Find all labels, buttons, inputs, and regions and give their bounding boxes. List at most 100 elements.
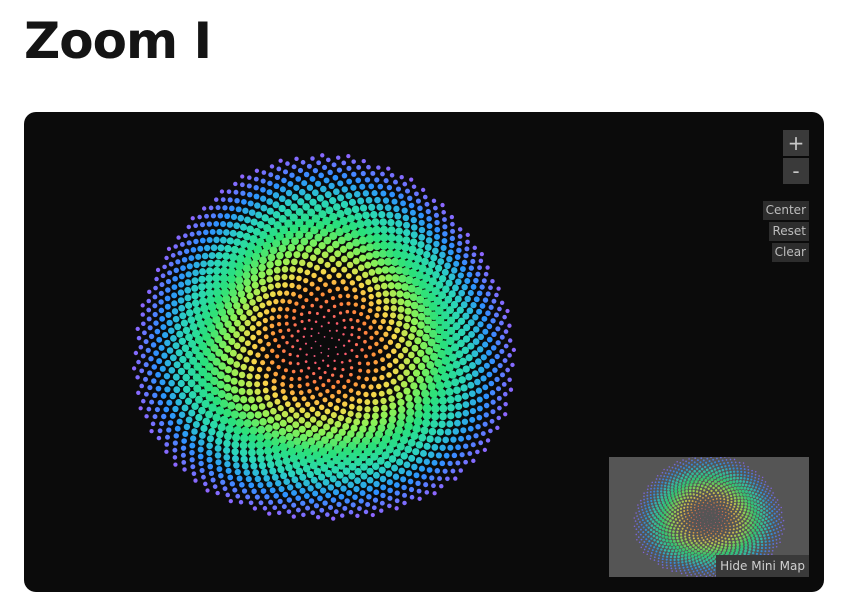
spiral-dot bbox=[220, 479, 226, 485]
spiral-dot bbox=[396, 290, 404, 298]
hide-mini-map-button[interactable]: Hide Mini Map bbox=[716, 555, 809, 577]
spiral-dot bbox=[650, 511, 653, 515]
spiral-dot bbox=[724, 537, 727, 540]
spiral-dot bbox=[210, 213, 217, 219]
spiral-dot bbox=[653, 510, 657, 514]
spiral-dot bbox=[135, 326, 140, 332]
spiral-dot bbox=[304, 412, 311, 419]
spiral-dot bbox=[752, 482, 755, 485]
spiral-dot bbox=[761, 518, 765, 522]
spiral-dot bbox=[434, 436, 442, 444]
spiral-dot bbox=[371, 505, 377, 511]
zoom-in-button[interactable]: + bbox=[783, 130, 809, 156]
spiral-dot bbox=[681, 563, 684, 567]
spiral-dot bbox=[693, 474, 697, 478]
clear-button[interactable]: Clear bbox=[771, 243, 809, 262]
zoom-viewport[interactable]: + - Center Reset Clear Hide Mini Map bbox=[24, 112, 824, 592]
spiral-dot bbox=[731, 537, 734, 541]
spiral-dot bbox=[317, 495, 323, 502]
spiral-dot bbox=[684, 557, 688, 560]
spiral-dot bbox=[702, 496, 704, 499]
spiral-dot bbox=[336, 167, 343, 173]
spiral-dot bbox=[705, 461, 708, 464]
spiral-dot bbox=[388, 265, 397, 274]
spiral-dot bbox=[390, 297, 397, 305]
spiral-dot bbox=[706, 553, 710, 557]
spiral-dot bbox=[247, 200, 254, 207]
spiral-dot bbox=[414, 337, 422, 345]
spiral-dot bbox=[386, 166, 391, 171]
spiral-dot bbox=[450, 468, 456, 474]
spiral-dot bbox=[654, 543, 658, 546]
spiral-dot bbox=[402, 181, 408, 187]
spiral-dot bbox=[670, 488, 674, 492]
spiral-dot bbox=[682, 459, 684, 461]
spiral-dot bbox=[717, 513, 719, 515]
spiral-dot bbox=[738, 461, 741, 464]
spiral-dot bbox=[247, 175, 252, 180]
spiral-dot bbox=[653, 490, 656, 493]
spiral-dot bbox=[382, 290, 389, 297]
spiral-dot bbox=[189, 449, 195, 456]
spiral-dot bbox=[770, 487, 772, 490]
spiral-dot bbox=[673, 564, 676, 567]
spiral-dot bbox=[656, 493, 659, 496]
spiral-dot bbox=[445, 279, 453, 287]
spiral-dot bbox=[275, 480, 282, 487]
spiral-dot bbox=[380, 397, 387, 405]
spiral-dot bbox=[292, 316, 296, 320]
spiral-dot bbox=[284, 290, 290, 296]
spiral-dot bbox=[684, 535, 687, 538]
spiral-dot bbox=[729, 494, 733, 498]
spiral-dot bbox=[385, 274, 393, 282]
center-button[interactable]: Center bbox=[762, 201, 809, 220]
spiral-dot bbox=[718, 518, 720, 520]
spiral-dot bbox=[206, 442, 213, 450]
spiral-dot bbox=[198, 432, 206, 439]
spiral-dot bbox=[683, 510, 686, 512]
spiral-dot bbox=[367, 308, 373, 314]
spiral-dot bbox=[736, 543, 740, 547]
spiral-dot bbox=[238, 379, 245, 387]
spiral-dot bbox=[434, 468, 441, 474]
spiral-dot bbox=[688, 486, 692, 490]
spiral-dot bbox=[698, 465, 702, 468]
spiral-dot bbox=[681, 484, 685, 488]
spiral-dot bbox=[346, 154, 351, 159]
spiral-dot bbox=[771, 525, 774, 528]
zoom-out-button[interactable]: - bbox=[783, 158, 809, 184]
spiral-dot bbox=[665, 478, 668, 481]
spiral-dot bbox=[136, 335, 142, 341]
spiral-dot bbox=[374, 196, 381, 204]
spiral-dot bbox=[320, 292, 325, 297]
spiral-dot bbox=[671, 494, 675, 498]
spiral-dot bbox=[267, 511, 272, 516]
spiral-dot bbox=[652, 526, 656, 530]
spiral-dot bbox=[155, 385, 162, 392]
spiral-dot bbox=[160, 273, 166, 279]
spiral-dot bbox=[640, 516, 643, 519]
mini-map[interactable]: Hide Mini Map bbox=[609, 457, 809, 577]
spiral-dot bbox=[486, 371, 493, 378]
spiral-dot bbox=[333, 188, 340, 196]
spiral-dot bbox=[777, 523, 780, 525]
spiral-dot bbox=[651, 541, 654, 545]
spiral-dot bbox=[188, 255, 195, 262]
spiral-dot bbox=[246, 183, 252, 189]
spiral-dot bbox=[331, 384, 336, 389]
spiral-dot bbox=[736, 470, 739, 473]
spiral-dot bbox=[716, 544, 720, 548]
spiral-dot bbox=[671, 516, 674, 520]
spiral-dot bbox=[729, 503, 733, 506]
spiral-dot bbox=[434, 219, 440, 226]
spiral-dot bbox=[255, 352, 261, 358]
spiral-dot bbox=[150, 421, 156, 427]
spiral-dot bbox=[662, 566, 664, 569]
spiral-dot bbox=[306, 184, 314, 191]
spiral-dot bbox=[206, 449, 213, 456]
spiral-dot bbox=[441, 210, 446, 215]
spiral-dot bbox=[262, 293, 270, 300]
reset-button[interactable]: Reset bbox=[769, 222, 809, 241]
spiral-dot bbox=[233, 342, 241, 350]
spiral-dot bbox=[271, 430, 280, 439]
